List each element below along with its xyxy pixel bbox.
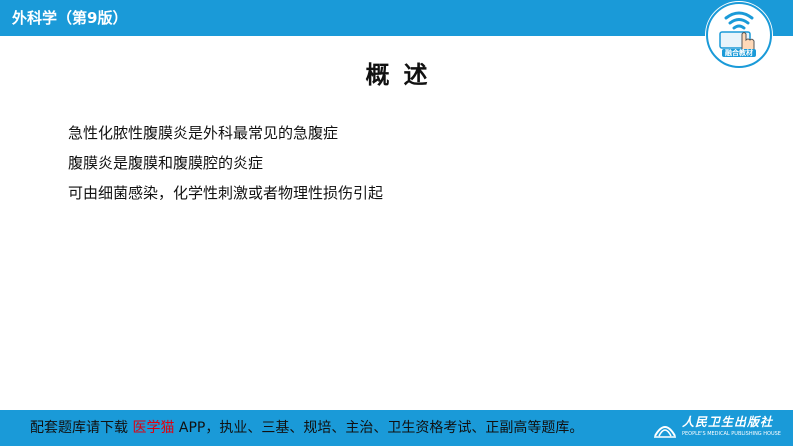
footer-bar: 配套题库请下载 医学猫 APP，执业、三基、规培、主治、卫生资格考试、正副高等题… xyxy=(0,410,793,446)
publisher-name: 人民卫生出版社 xyxy=(682,415,774,429)
list-item: 急性化脓性腹膜炎是外科最常见的急腹症 xyxy=(68,124,339,142)
logo-caption: 融合教材 xyxy=(722,49,756,57)
app-name-highlight[interactable]: 医学猫 xyxy=(132,420,174,436)
footer-ad-text: 配套题库请下载 医学猫 APP，执业、三基、规培、主治、卫生资格考试、正副高等题… xyxy=(30,419,583,437)
publisher-logo: 人民卫生出版社 PEOPLE'S MEDICAL PUBLISHING HOUS… xyxy=(652,414,786,442)
footer-text-before: 配套题库请下载 xyxy=(30,420,133,436)
header-bar: 外科学（第9版） xyxy=(0,0,793,36)
list-item: 腹膜炎是腹膜和腹膜腔的炎症 xyxy=(68,154,264,172)
publisher-emblem-icon xyxy=(654,426,676,438)
publisher-name-en: PEOPLE'S MEDICAL PUBLISHING HOUSE xyxy=(682,431,781,437)
course-title: 外科学（第9版） xyxy=(12,9,128,27)
list-item: 可由细菌感染，化学性刺激或者物理性损伤引起 xyxy=(68,184,384,202)
footer-text-after: APP，执业、三基、规培、主治、卫生资格考试、正副高等题库。 xyxy=(174,420,584,436)
slide-heading: 概述 xyxy=(365,61,442,89)
bullet-list: 急性化脓性腹膜炎是外科最常见的急腹症 腹膜炎是腹膜和腹膜腔的炎症 可由细菌感染，… xyxy=(68,118,383,208)
